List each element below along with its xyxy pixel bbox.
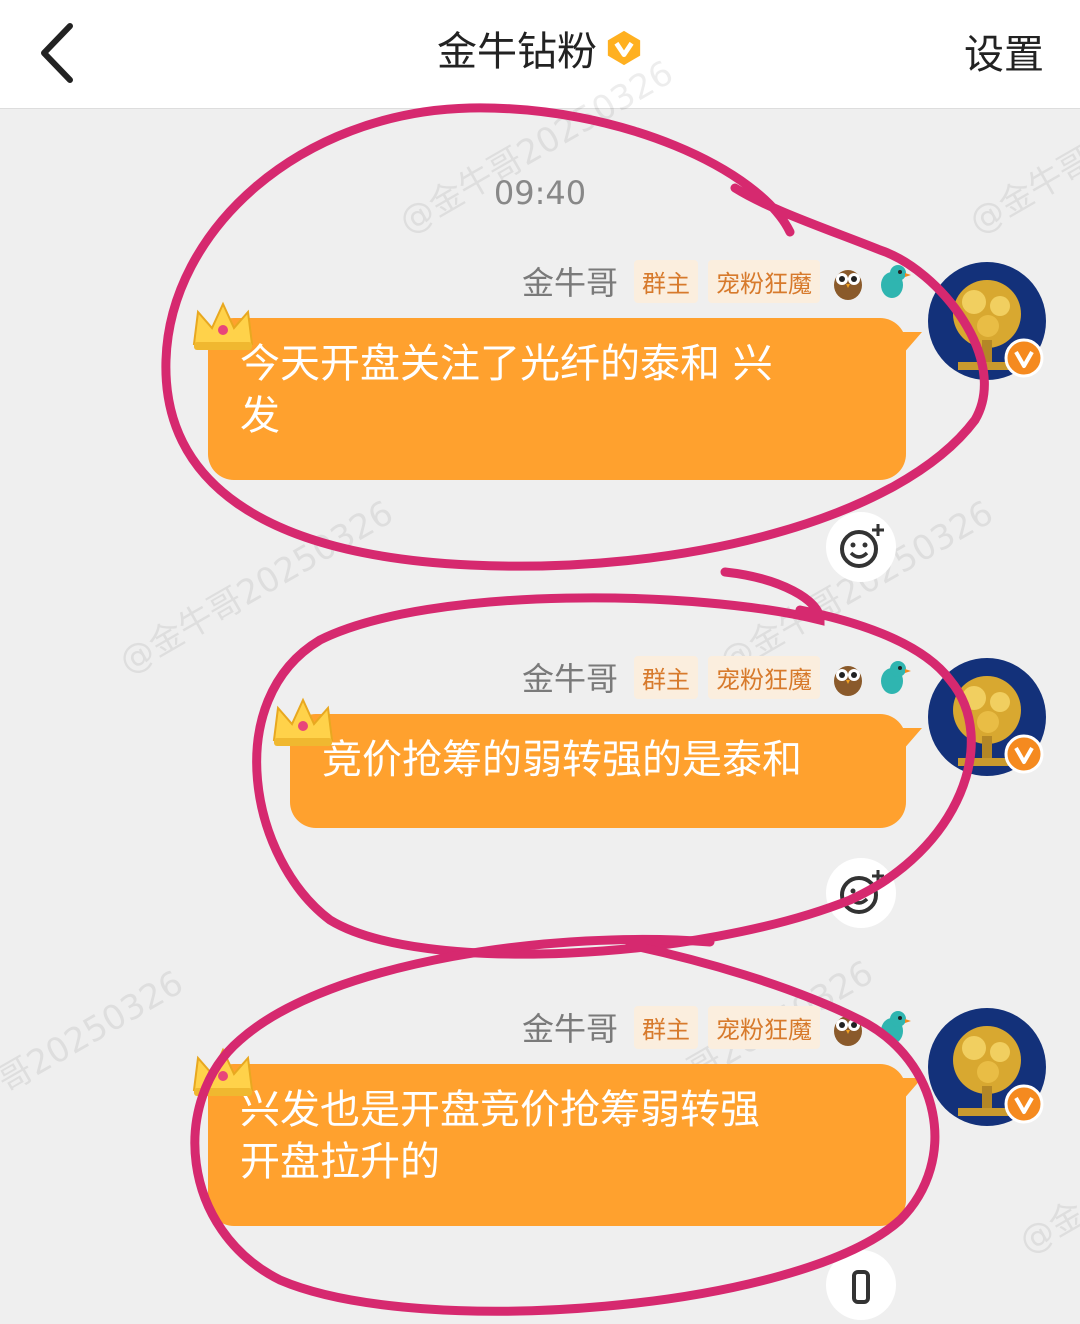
reaction-button[interactable] bbox=[826, 1250, 896, 1320]
watermark: @金牛哥20250326 bbox=[112, 492, 401, 683]
crown-icon bbox=[192, 301, 254, 350]
sender-name[interactable]: 金牛哥 bbox=[522, 1004, 618, 1050]
verified-badge-icon bbox=[1004, 1084, 1044, 1124]
thumb-reaction-icon bbox=[852, 1270, 870, 1304]
bubble-tail bbox=[896, 1078, 922, 1108]
owl-icon bbox=[834, 1016, 862, 1046]
message-text-line: 发 bbox=[240, 393, 280, 439]
back-arrow-icon[interactable] bbox=[30, 18, 90, 88]
bubble-tail bbox=[896, 728, 922, 758]
owl-icon bbox=[834, 666, 862, 696]
message-text-line: 今天开盘关注了光纤的泰和 兴 bbox=[240, 341, 773, 387]
message-text-line: 兴发也是开盘竞价抢筹弱转强 bbox=[240, 1087, 760, 1133]
watermark: @金牛哥20250326 bbox=[0, 962, 191, 1153]
verified-badge-icon bbox=[1004, 338, 1044, 378]
emoji-add-icon bbox=[840, 870, 884, 914]
bubble-tail bbox=[896, 332, 922, 362]
message-bubble[interactable]: 竞价抢筹的弱转强的是泰和 bbox=[290, 714, 922, 828]
title-tag: 宠粉狂魔 bbox=[708, 1005, 820, 1049]
role-tag: 群主 bbox=[634, 259, 698, 303]
settings-button[interactable]: 设置 bbox=[964, 22, 1044, 80]
emoji-add-button[interactable] bbox=[826, 512, 896, 582]
top-bar: 金牛钻粉 设置 bbox=[0, 0, 1080, 109]
emoji-add-icon bbox=[840, 524, 884, 568]
sender-name[interactable]: 金牛哥 bbox=[522, 258, 618, 304]
sender-name[interactable]: 金牛哥 bbox=[522, 654, 618, 700]
owl-icon bbox=[834, 270, 862, 300]
role-tag: 群主 bbox=[634, 655, 698, 699]
crown-icon bbox=[272, 697, 334, 746]
message-bubble[interactable]: 兴发也是开盘竞价抢筹弱转强 开盘拉升的 bbox=[208, 1064, 922, 1226]
title-tag: 宠粉狂魔 bbox=[708, 655, 820, 699]
message-bubble[interactable]: 今天开盘关注了光纤的泰和 兴 发 bbox=[208, 318, 922, 480]
bird-icon bbox=[881, 265, 911, 298]
emoji-add-button[interactable] bbox=[826, 858, 896, 928]
timestamp: 09:40 bbox=[493, 174, 587, 212]
bird-icon bbox=[881, 1011, 911, 1044]
chat-title: 金牛钻粉 bbox=[437, 29, 597, 75]
verified-badge-icon bbox=[1004, 734, 1044, 774]
crown-icon bbox=[192, 1047, 254, 1096]
message-text-line: 竞价抢筹的弱转强的是泰和 bbox=[322, 737, 802, 783]
role-tag: 群主 bbox=[634, 1005, 698, 1049]
message-text-line: 开盘拉升的 bbox=[240, 1139, 440, 1185]
title-tag: 宠粉狂魔 bbox=[708, 259, 820, 303]
bird-icon bbox=[881, 661, 911, 694]
